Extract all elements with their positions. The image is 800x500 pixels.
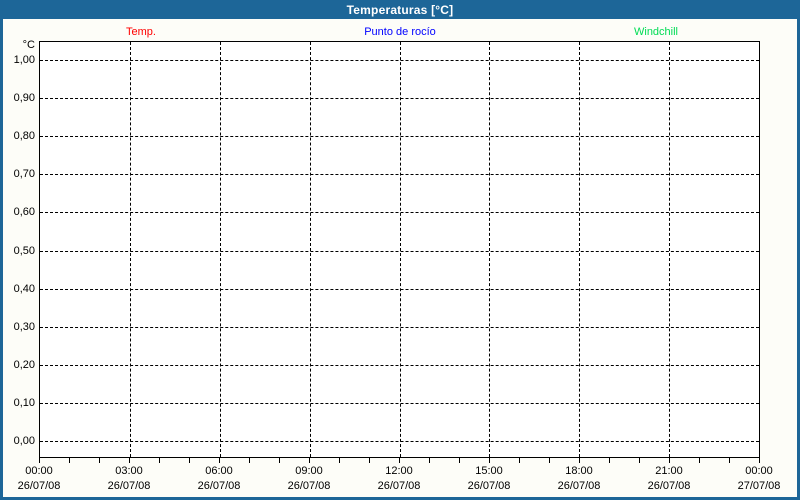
plot-area	[39, 41, 760, 458]
x-tick-time: 06:00	[205, 465, 233, 477]
x-tick-label: 18:00 26/07/08	[558, 465, 601, 493]
x-minor-tick	[339, 458, 340, 463]
x-tick-time: 12:00	[385, 465, 413, 477]
x-tick-date: 26/07/08	[467, 480, 511, 492]
chart-title-bar: Temperaturas [°C]	[0, 0, 800, 19]
x-minor-tick	[369, 458, 370, 463]
x-tick-time: 18:00	[565, 465, 593, 477]
x-minor-tick	[669, 458, 670, 463]
x-minor-tick	[399, 458, 400, 463]
x-minor-tick	[159, 458, 160, 463]
x-minor-tick	[579, 458, 580, 463]
x-tick-date: 26/07/08	[377, 480, 421, 492]
x-minor-tick	[609, 458, 610, 463]
x-minor-tick	[99, 458, 100, 463]
x-minor-tick	[519, 458, 520, 463]
x-tick-label: 12:00 26/07/08	[378, 465, 421, 493]
y-tick-label: 0,80	[13, 130, 35, 142]
x-tick-time: 00:00	[745, 465, 773, 477]
legend-item-1: Temp.	[126, 26, 156, 38]
x-tick-label: 03:00 26/07/08	[108, 465, 151, 493]
x-minor-tick	[219, 458, 220, 463]
x-minor-tick	[489, 458, 490, 463]
x-tick-date: 26/07/08	[107, 480, 151, 492]
x-tick-date: 26/07/08	[557, 480, 601, 492]
chart-content-area: Temp. Punto de rocío Windchill °C 1,00 0,90…	[3, 19, 797, 497]
x-minor-tick	[639, 458, 640, 463]
x-tick-label: 06:00 26/07/08	[198, 465, 241, 493]
x-gridline	[489, 42, 490, 457]
y-axis-unit-label: °C	[22, 39, 35, 51]
x-minor-tick	[69, 458, 70, 463]
x-gridline	[220, 42, 221, 457]
x-tick-time: 03:00	[115, 465, 143, 477]
x-tick-date: 26/07/08	[17, 480, 61, 492]
x-minor-tick	[459, 458, 460, 463]
x-minor-tick	[189, 458, 190, 463]
y-tick-label: 0,20	[13, 359, 35, 371]
x-minor-tick	[309, 458, 310, 463]
x-tick-label: 15:00 26/07/08	[468, 465, 511, 493]
x-minor-tick	[429, 458, 430, 463]
x-tick-time: 00:00	[25, 465, 53, 477]
x-tick-time: 15:00	[475, 465, 503, 477]
x-tick-date: 27/07/08	[737, 480, 781, 492]
y-tick-label: 0,60	[13, 206, 35, 218]
y-tick-label: 0,30	[13, 321, 35, 333]
x-gridline	[579, 42, 580, 457]
x-minor-tick	[279, 458, 280, 463]
y-tick-label: 0,00	[13, 435, 35, 447]
x-minor-tick	[729, 458, 730, 463]
x-tick-label: 09:00 26/07/08	[288, 465, 331, 493]
x-tick-label: 00:00 26/07/08	[18, 465, 61, 493]
x-minor-tick	[759, 458, 760, 463]
x-tick-time: 21:00	[655, 465, 683, 477]
x-minor-tick	[249, 458, 250, 463]
x-minor-tick	[699, 458, 700, 463]
legend-item-3: Windchill	[633, 26, 679, 38]
x-tick-date: 26/07/08	[647, 480, 691, 492]
y-tick-label: 0,90	[13, 92, 35, 104]
y-tick-label: 0,10	[13, 397, 35, 409]
x-tick-date: 26/07/08	[287, 480, 331, 492]
y-tick-label: 1,00	[13, 54, 35, 66]
x-tick-time: 09:00	[295, 465, 323, 477]
chart-title: Temperaturas [°C]	[346, 2, 454, 17]
x-minor-tick	[129, 458, 130, 463]
x-tick-label: 21:00 26/07/08	[648, 465, 691, 493]
x-tick-label: 00:00 27/07/08	[738, 465, 781, 493]
legend-item-2: Punto de rocío	[364, 26, 436, 38]
x-gridline	[130, 42, 131, 457]
x-gridline	[310, 42, 311, 457]
x-minor-tick	[549, 458, 550, 463]
y-tick-label: 0,40	[13, 283, 35, 295]
y-tick-label: 0,70	[13, 168, 35, 180]
x-gridline	[669, 42, 670, 457]
y-tick-label: 0,50	[13, 245, 35, 257]
plot-grid	[40, 42, 759, 457]
x-minor-tick	[39, 458, 40, 463]
x-gridline	[400, 42, 401, 457]
x-tick-date: 26/07/08	[197, 480, 241, 492]
